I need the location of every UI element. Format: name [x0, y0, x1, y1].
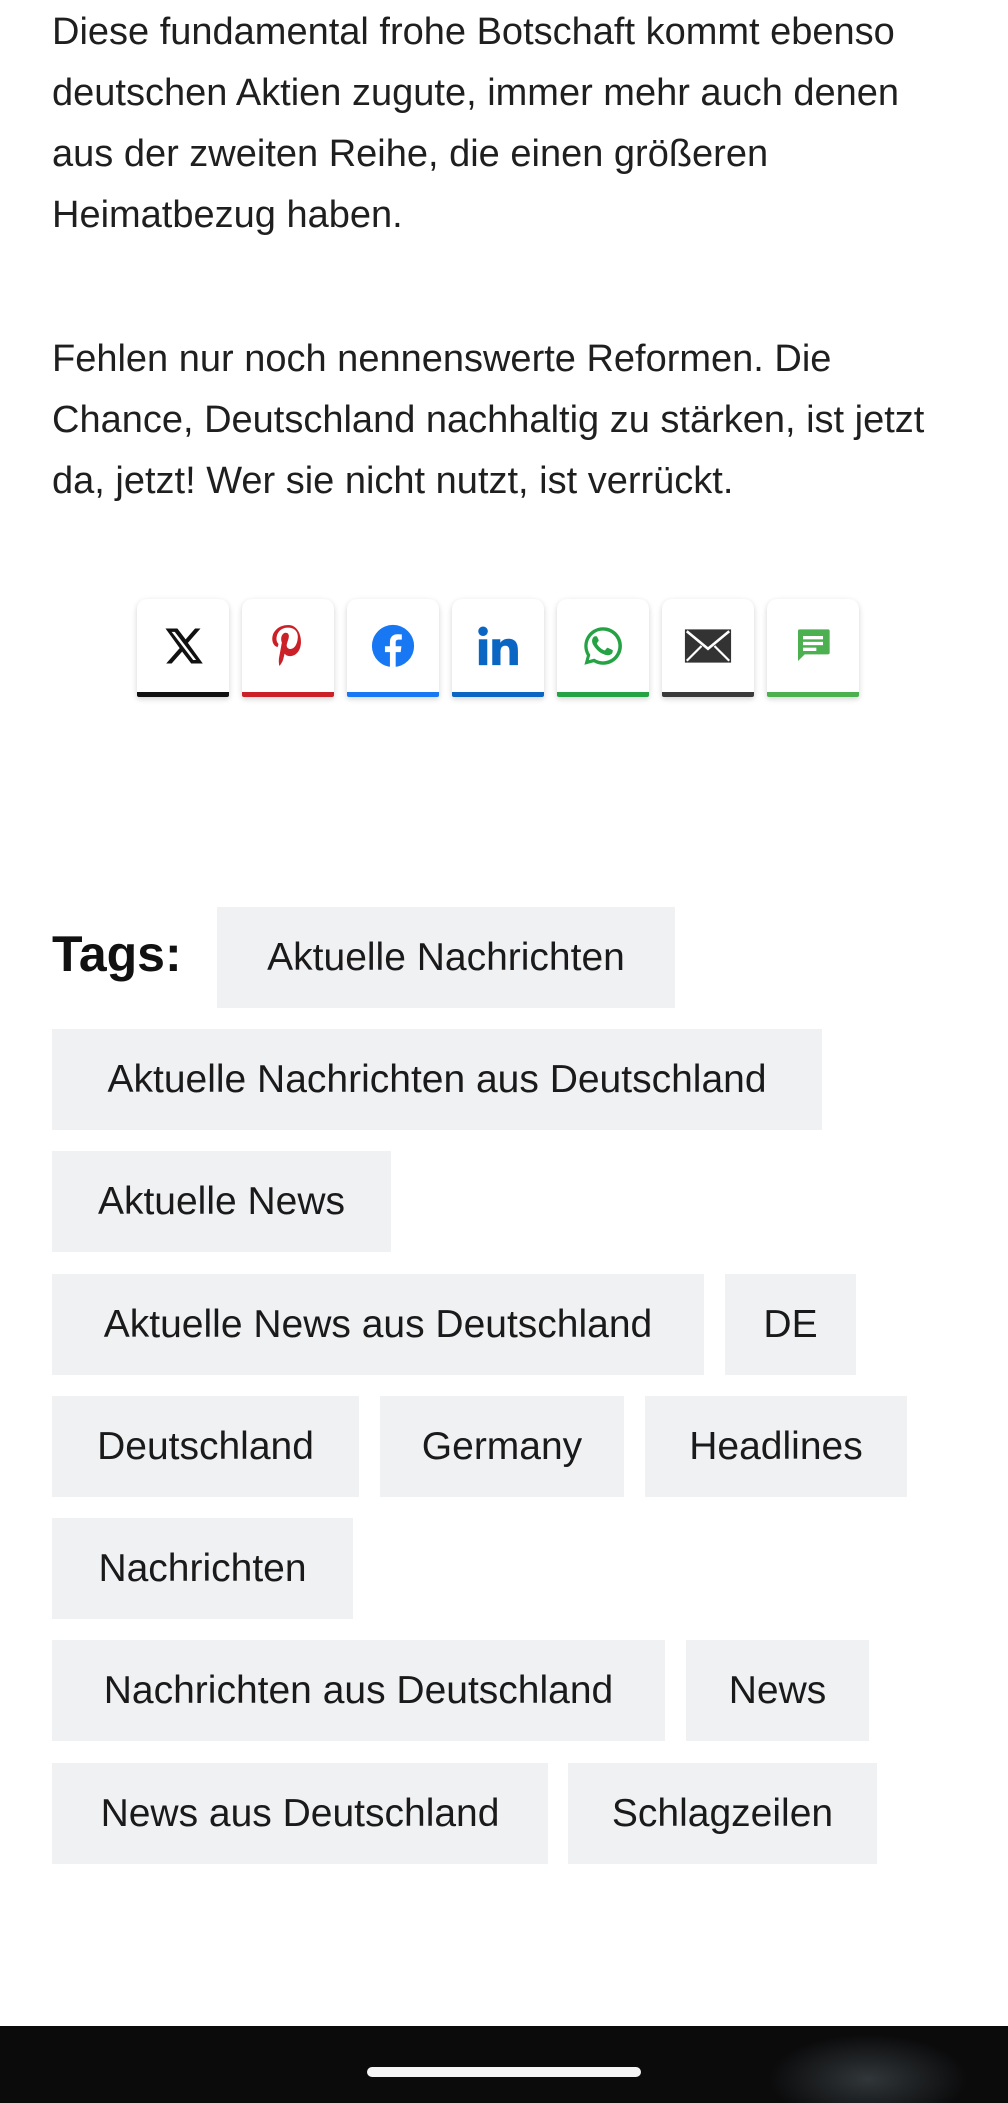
tag-link[interactable]: News aus Deutschland	[52, 1763, 548, 1864]
tag-link[interactable]: News	[686, 1640, 869, 1741]
share-x-button[interactable]	[137, 599, 229, 697]
tag-link[interactable]: Aktuelle Nachrichten	[217, 907, 675, 1008]
article-paragraph: Diese fundamental frohe Botschaft kommt …	[52, 11, 900, 236]
tag-link[interactable]: Deutschland	[52, 1396, 359, 1497]
tags-label: Tags:	[52, 926, 182, 982]
share-linkedin-button[interactable]	[452, 599, 544, 697]
tag-link[interactable]: Nachrichten	[52, 1518, 353, 1619]
tag-link[interactable]: DE	[725, 1274, 856, 1375]
share-pinterest-button[interactable]	[242, 599, 334, 697]
x-icon	[165, 628, 203, 663]
share-facebook-button[interactable]	[347, 599, 439, 697]
facebook-icon	[371, 624, 415, 667]
share-comment-button[interactable]	[767, 599, 859, 697]
share-bar	[137, 599, 859, 697]
tag-link[interactable]: Schlagzeilen	[568, 1763, 877, 1864]
media-preview	[768, 2034, 968, 2103]
tag-link[interactable]: Germany	[380, 1396, 624, 1497]
tag-link[interactable]: Aktuelle News aus Deutschland	[52, 1274, 704, 1375]
comment-icon	[798, 628, 830, 661]
bottom-media-strip	[0, 2026, 1008, 2103]
email-icon	[684, 628, 732, 663]
home-indicator[interactable]	[367, 2067, 641, 2077]
whatsapp-icon	[584, 626, 622, 665]
tag-link[interactable]: Aktuelle Nachrichten aus Deutschland	[52, 1029, 822, 1130]
share-whatsapp-button[interactable]	[557, 599, 649, 697]
tag-link[interactable]: Nachrichten aus Deutschland	[52, 1640, 665, 1741]
pinterest-icon	[272, 624, 301, 666]
tag-link[interactable]: Aktuelle News	[52, 1151, 391, 1252]
share-email-button[interactable]	[662, 599, 754, 697]
article-paragraph: Fehlen nur noch nennenswerte Reformen. D…	[52, 338, 925, 502]
linkedin-icon	[478, 625, 518, 665]
tag-link[interactable]: Headlines	[645, 1396, 907, 1497]
